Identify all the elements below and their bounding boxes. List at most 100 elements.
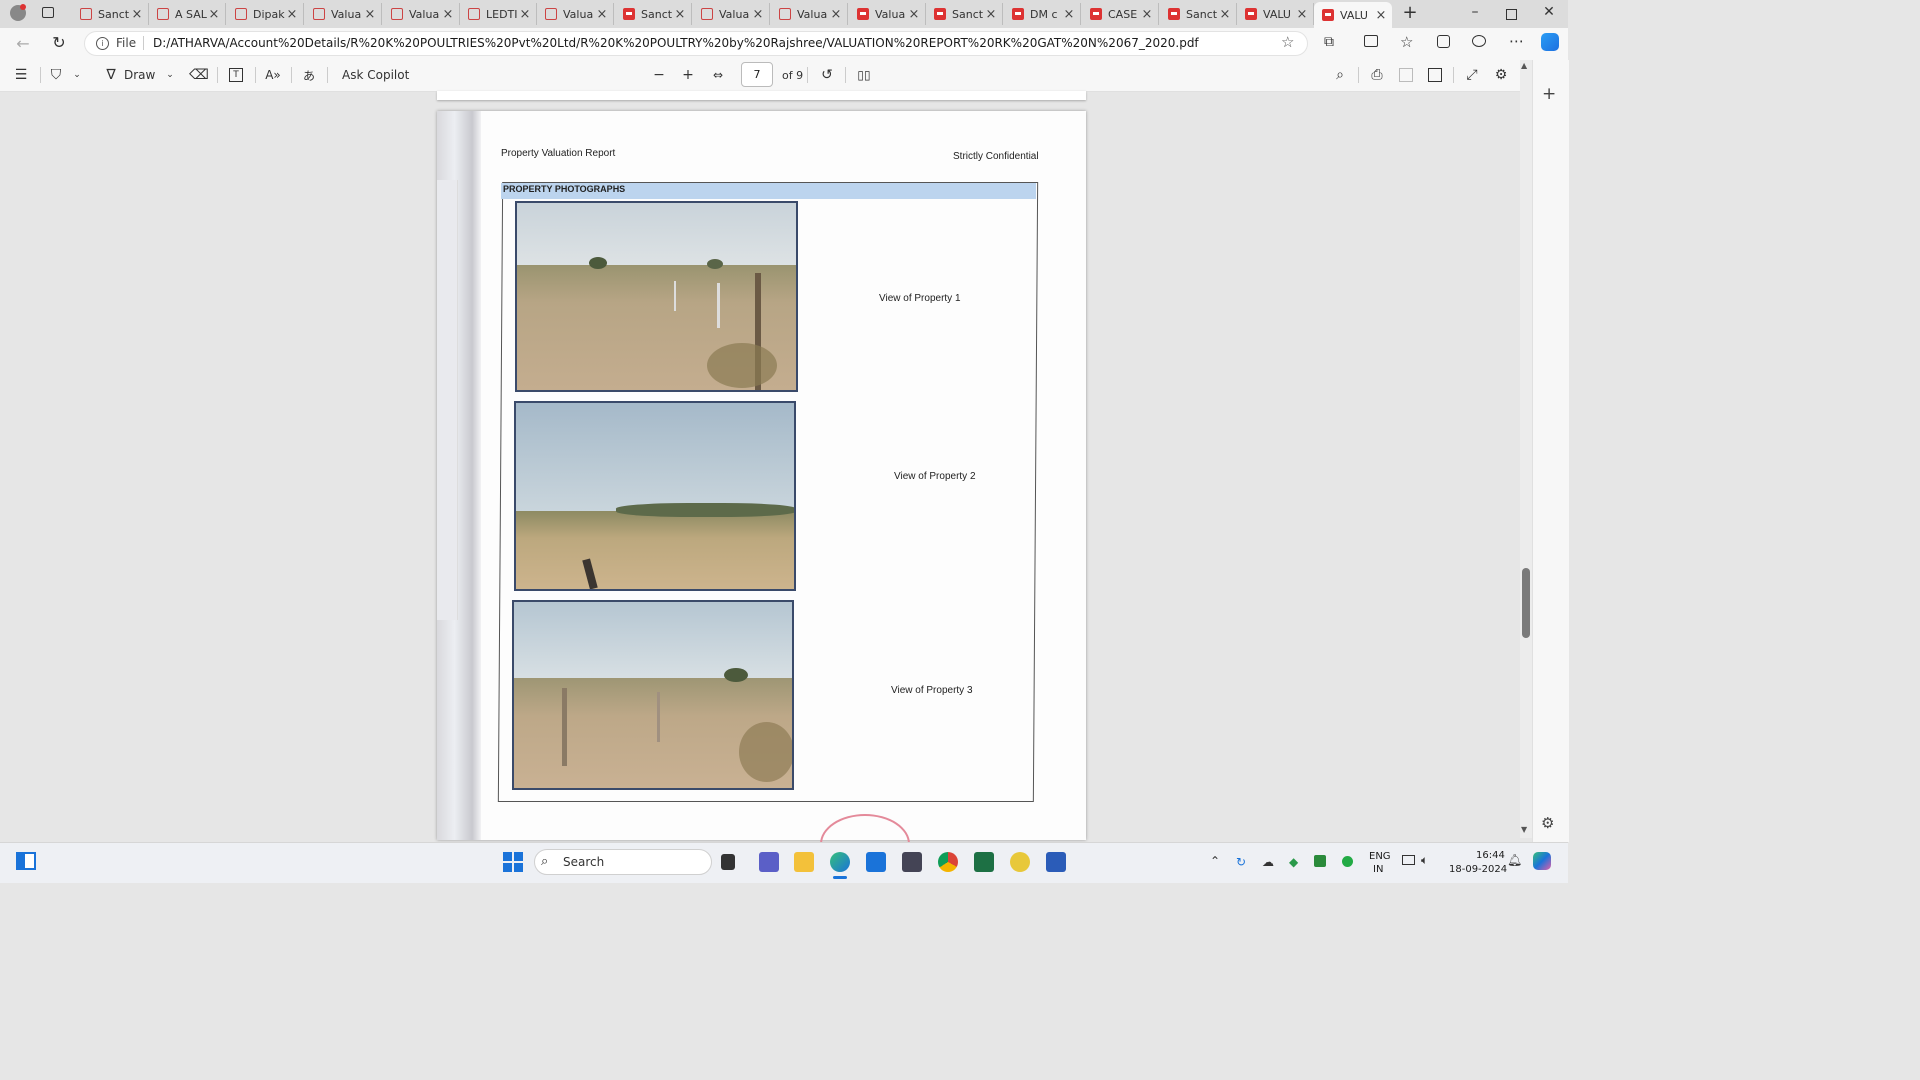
tab-close-icon[interactable]: ×	[130, 7, 144, 22]
teams-icon[interactable]	[759, 852, 779, 872]
collections-icon[interactable]	[1437, 35, 1450, 48]
tab-close-icon[interactable]: ×	[1295, 7, 1309, 22]
favorites-icon[interactable]: ☆	[1400, 33, 1413, 51]
scrollbar-thumb[interactable]	[1522, 568, 1530, 638]
tab-close-icon[interactable]: ×	[1218, 7, 1232, 22]
language-top[interactable]: ENG	[1369, 851, 1391, 862]
tab-close-icon[interactable]: ×	[441, 7, 455, 22]
volume-icon[interactable]: 🔈︎	[1421, 853, 1428, 868]
new-tab-button[interactable]: +	[1401, 3, 1419, 23]
more-options-icon[interactable]: ⋯	[1509, 32, 1524, 50]
add-sidebar-app-icon[interactable]: +	[1542, 84, 1556, 104]
info-icon[interactable]: i	[96, 37, 109, 50]
tab-close-icon[interactable]: ×	[595, 7, 609, 22]
scroll-up-arrow-icon[interactable]: ▲	[1521, 61, 1527, 70]
tab-close-icon[interactable]: ×	[751, 7, 765, 22]
tray-onedrive-icon[interactable]: ☁	[1262, 855, 1274, 869]
chrome-icon[interactable]	[938, 852, 958, 872]
print-icon[interactable]: ⎙	[1369, 65, 1385, 85]
network-icon[interactable]	[1402, 855, 1415, 865]
save-icon[interactable]	[1399, 68, 1413, 82]
add-text-icon[interactable]: T	[229, 68, 243, 82]
zoom-out-button[interactable]: −	[652, 65, 666, 85]
tab-14[interactable]: CASE ×	[1082, 3, 1159, 25]
show-hidden-icons-chevron-icon[interactable]: ⌃	[1210, 854, 1220, 868]
zoom-in-button[interactable]: +	[681, 65, 695, 85]
tab-10[interactable]: Valua ×	[771, 3, 848, 25]
copilot-icon[interactable]	[1541, 33, 1559, 51]
tab-15[interactable]: Sancti ×	[1160, 3, 1237, 25]
tab-7[interactable]: Valua ×	[537, 3, 614, 25]
draw-icon[interactable]: ∇	[104, 65, 118, 85]
restore-button[interactable]	[1506, 9, 1517, 20]
translate-icon[interactable]: あ	[301, 65, 317, 85]
save-as-icon[interactable]	[1428, 68, 1442, 82]
tab-close-icon[interactable]: ×	[363, 7, 377, 22]
find-search-icon[interactable]: ⌕	[1332, 65, 1348, 85]
highlight-icon[interactable]: ⛉	[49, 65, 63, 85]
read-aloud-icon[interactable]: A»	[265, 65, 281, 85]
clock-time[interactable]: 16:44	[1476, 850, 1505, 861]
file-explorer-icon[interactable]	[794, 852, 814, 872]
calculator-icon[interactable]	[902, 852, 922, 872]
tab-13[interactable]: DM c ×	[1004, 3, 1081, 25]
tab-9[interactable]: Valua ×	[693, 3, 770, 25]
page-view-icon[interactable]: ▯▯	[856, 65, 872, 85]
browser-essentials-icon[interactable]	[1472, 35, 1486, 47]
tray-status-icon[interactable]	[1342, 856, 1353, 867]
taskbar-search[interactable]	[534, 849, 712, 875]
word-icon[interactable]	[1046, 852, 1066, 872]
tray-app-icon[interactable]	[1314, 855, 1326, 867]
tab-close-icon[interactable]: ×	[907, 7, 921, 22]
clock-date[interactable]: 18-09-2024	[1449, 864, 1507, 875]
tray-sync-icon[interactable]: ↻	[1236, 855, 1246, 869]
minimize-button[interactable]: –	[1468, 4, 1482, 22]
url-text[interactable]: D:/ATHARVA/Account%20Details/R%20K%20POU…	[153, 36, 1199, 50]
tab-16[interactable]: VALU ×	[1237, 3, 1314, 25]
tab-4[interactable]: Valua ×	[305, 3, 382, 25]
contents-list-icon[interactable]: ☰	[13, 65, 29, 85]
tab-close-icon[interactable]: ×	[518, 7, 532, 22]
rotate-icon[interactable]: ↺	[819, 65, 835, 85]
tab-close-icon[interactable]: ×	[285, 7, 299, 22]
tab-close-icon[interactable]: ×	[673, 7, 687, 22]
tab-close-icon[interactable]: ×	[207, 7, 221, 22]
favorite-star-icon[interactable]: ☆	[1281, 33, 1294, 51]
tab-close-icon[interactable]: ×	[1374, 8, 1388, 23]
tab-1[interactable]: Sancti ×	[72, 3, 149, 25]
eraser-icon[interactable]: ⌫	[189, 65, 209, 85]
tab-6[interactable]: LEDTI ×	[460, 3, 537, 25]
tray-shield-icon[interactable]: ◆	[1289, 855, 1298, 869]
start-windows-icon[interactable]	[503, 852, 523, 872]
tab-8[interactable]: Sancti ×	[615, 3, 692, 25]
microsoft-store-icon[interactable]	[866, 852, 886, 872]
page-number-input[interactable]: 7	[741, 62, 773, 87]
back-button[interactable]: ←	[14, 34, 32, 53]
tab-actions-icon[interactable]	[42, 7, 54, 18]
pdf-settings-gear-icon[interactable]: ⚙	[1493, 65, 1509, 85]
ask-copilot-button[interactable]: Ask Copilot	[342, 65, 409, 85]
copilot-taskbar-icon[interactable]	[1533, 852, 1551, 870]
tab-12[interactable]: Sancti ×	[926, 3, 1003, 25]
fullscreen-icon[interactable]: ⤢	[1464, 65, 1480, 85]
split-screen-icon[interactable]	[1364, 35, 1378, 47]
tab-close-icon[interactable]: ×	[829, 7, 843, 22]
tab-close-icon[interactable]: ×	[1140, 7, 1154, 22]
tab-5[interactable]: Valua ×	[383, 3, 460, 25]
scroll-down-arrow-icon[interactable]: ▼	[1521, 825, 1527, 834]
tab-3[interactable]: Dipak ×	[227, 3, 304, 25]
tab-17[interactable]: VALU ×	[1314, 2, 1392, 28]
sidebar-settings-gear-icon[interactable]: ⚙	[1541, 814, 1554, 832]
refresh-button[interactable]: ↻	[50, 33, 68, 52]
tab-2[interactable]: A SAL ×	[149, 3, 226, 25]
task-view-icon[interactable]	[721, 854, 735, 870]
language-bottom[interactable]: IN	[1373, 864, 1383, 875]
extensions-icon[interactable]: ⧉	[1324, 34, 1334, 50]
draw-button[interactable]: Draw	[124, 65, 155, 85]
draw-dropdown-chevron-icon[interactable]: ⌄	[165, 65, 175, 85]
widgets-icon[interactable]	[16, 852, 36, 870]
fit-to-width-icon[interactable]: ⇔	[711, 65, 725, 85]
tab-11[interactable]: Valua ×	[849, 3, 926, 25]
tab-close-icon[interactable]: ×	[984, 7, 998, 22]
excel-icon[interactable]	[974, 852, 994, 872]
